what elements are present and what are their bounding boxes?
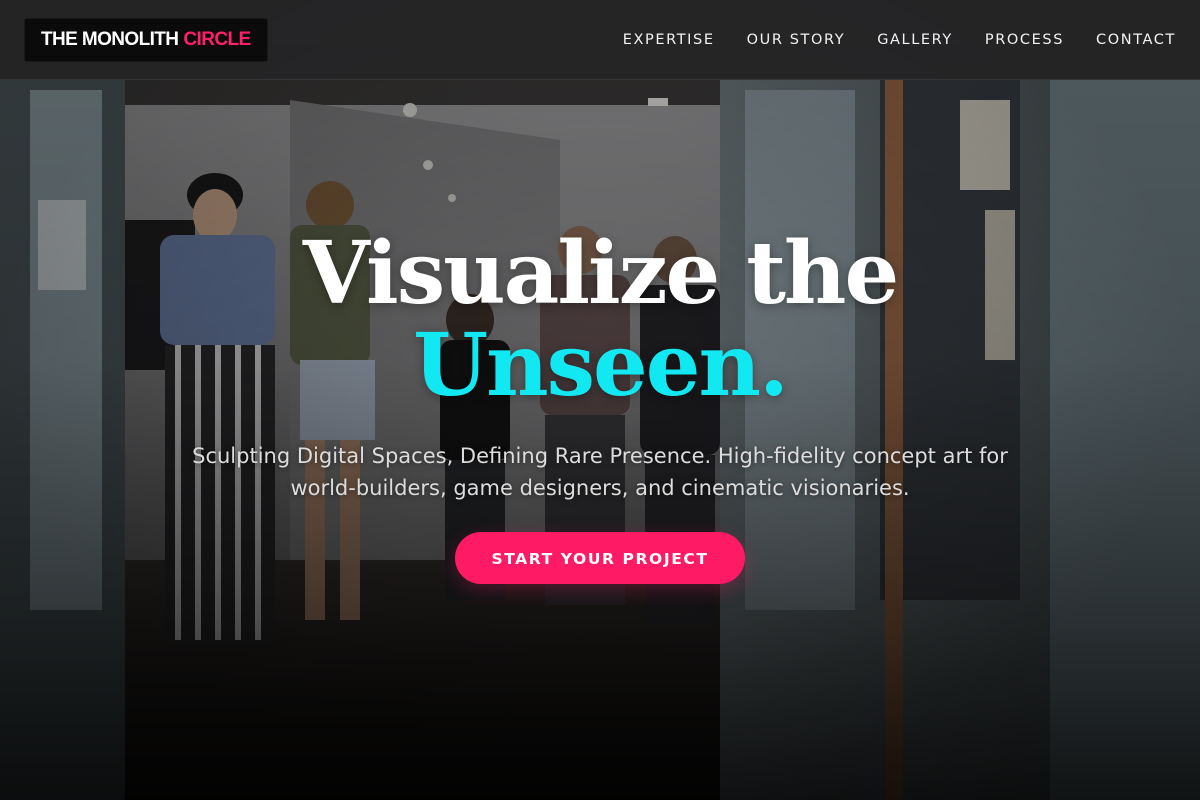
nav-link-our-story[interactable]: OUR STORY: [747, 32, 846, 48]
nav-link-expertise[interactable]: EXPERTISE: [623, 32, 715, 48]
logo-text-primary: THE MONOLITH: [41, 28, 179, 50]
hero-section: THE MONOLITH CIRCLE EXPERTISE OUR STORY …: [0, 0, 1200, 800]
nav-link-gallery[interactable]: GALLERY: [877, 32, 953, 48]
main-nav: EXPERTISE OUR STORY GALLERY PROCESS CONT…: [623, 32, 1176, 48]
hero-headline: Visualize the Unseen.: [0, 228, 1200, 412]
hero-subtitle: Sculpting Digital Spaces, Defining Rare …: [192, 444, 1008, 500]
hero-content: Visualize the Unseen. Sculpting Digital …: [0, 228, 1200, 584]
nav-link-process[interactable]: PROCESS: [985, 32, 1064, 48]
site-header: THE MONOLITH CIRCLE EXPERTISE OUR STORY …: [0, 0, 1200, 80]
start-project-button[interactable]: START YOUR PROJECT: [455, 532, 745, 584]
logo-text-accent: CIRCLE: [183, 28, 251, 50]
nav-link-contact[interactable]: CONTACT: [1096, 32, 1176, 48]
hero-headline-line1: Visualize the: [302, 223, 899, 324]
site-logo[interactable]: THE MONOLITH CIRCLE: [24, 17, 268, 62]
hero-headline-line2: Unseen.: [413, 315, 789, 416]
